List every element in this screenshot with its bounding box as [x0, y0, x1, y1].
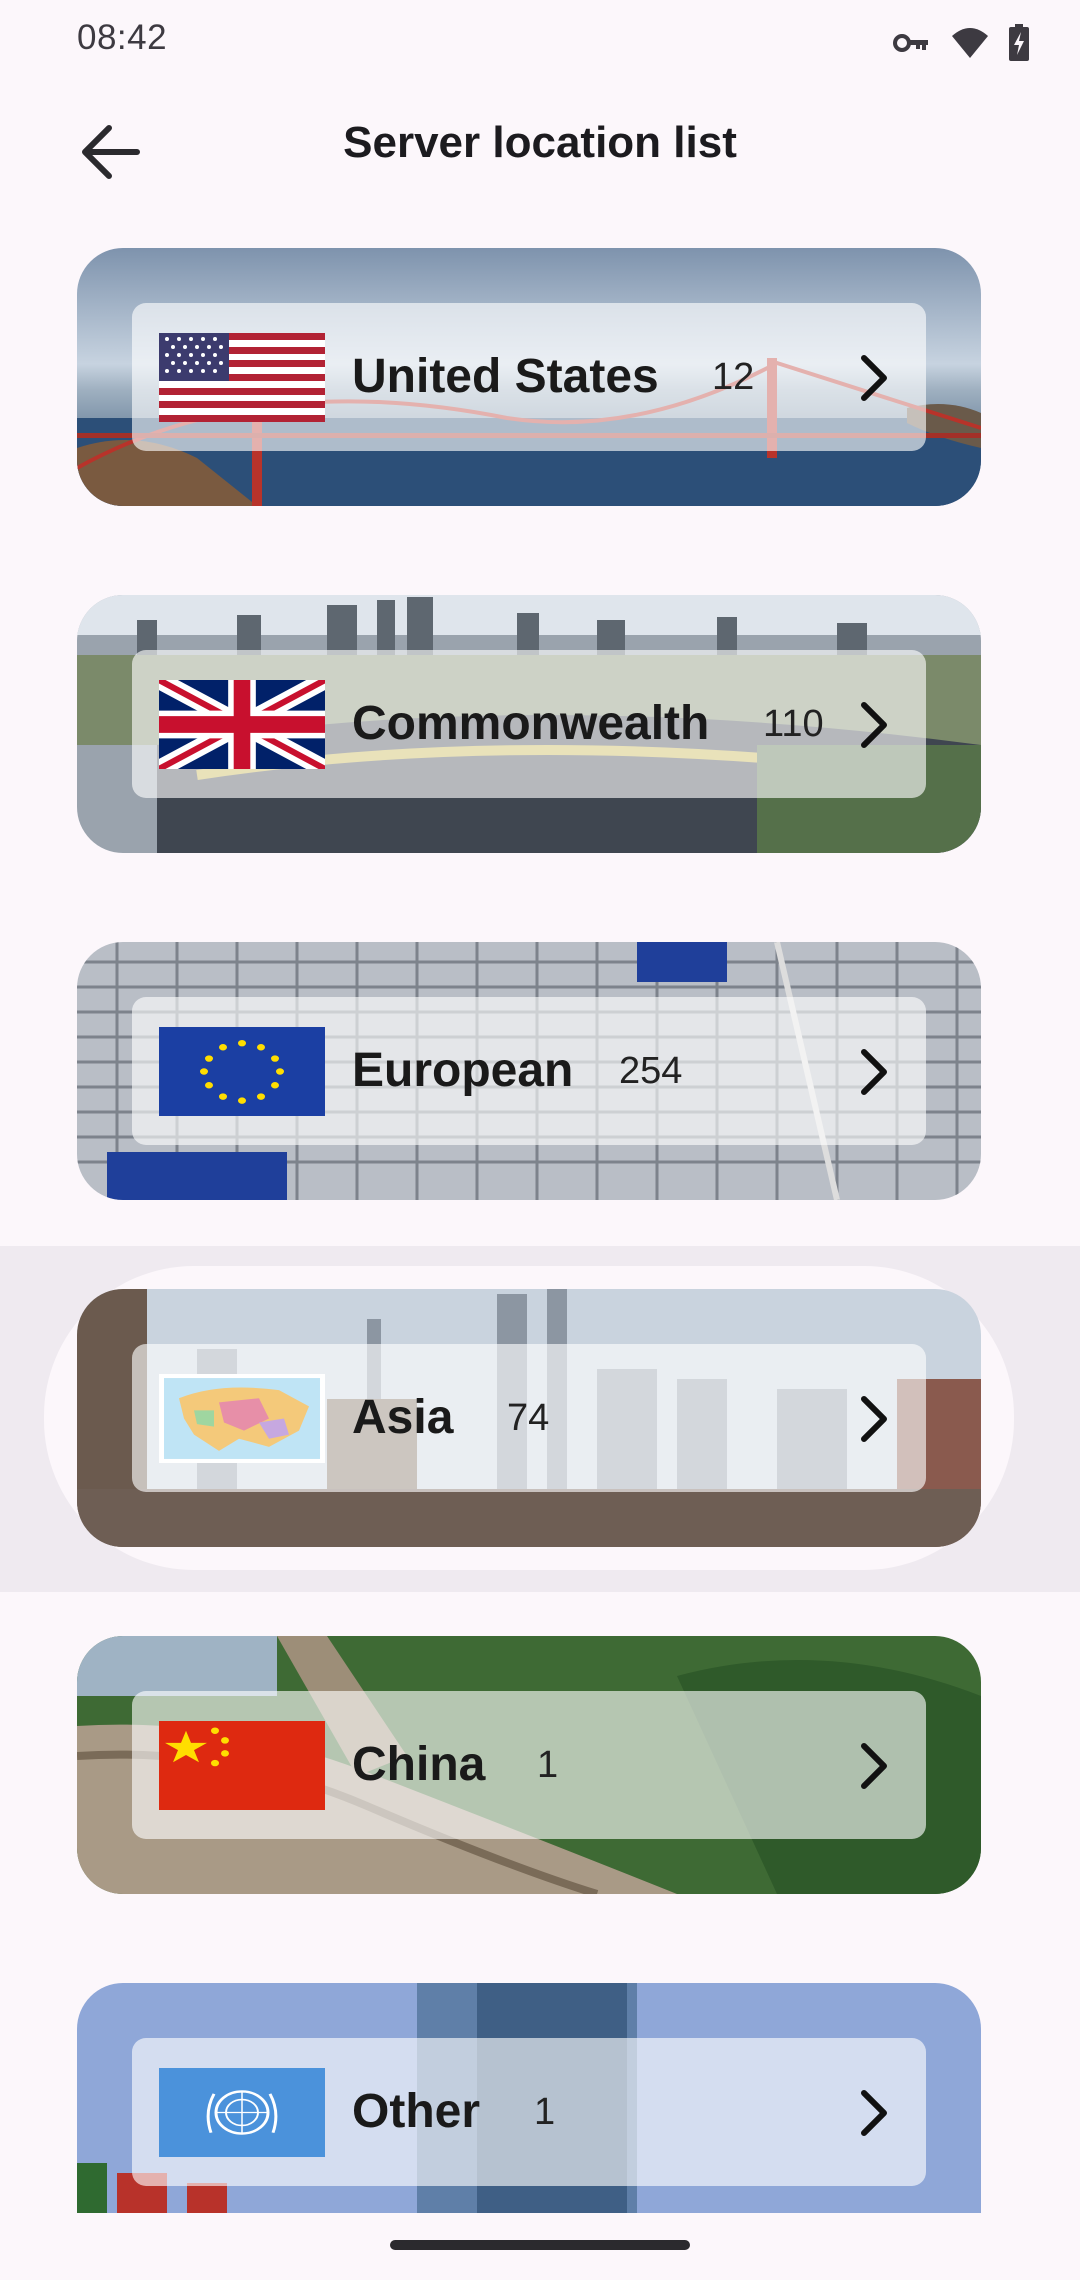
asia-map-icon [159, 1374, 325, 1463]
vpn-key-icon [893, 34, 928, 52]
server-count: 110 [763, 703, 824, 745]
location-name: Commonwealth [352, 697, 710, 750]
location-name: Asia [352, 1391, 454, 1444]
location-row-commonwealth[interactable]: Commonwealth 110 [77, 595, 981, 853]
location-card: Commonwealth 110 [132, 650, 926, 798]
server-count: 1 [534, 2091, 556, 2133]
location-name: China [352, 1738, 486, 1791]
page-title: Server location list [343, 118, 737, 167]
location-card: China 1 [132, 1691, 926, 1839]
location-row-other[interactable]: Other 1 [77, 1983, 981, 2213]
chevron-right-icon [861, 355, 887, 401]
location-row-china[interactable]: China 1 [77, 1636, 981, 1894]
chevron-right-icon [861, 2090, 887, 2136]
home-indicator[interactable] [390, 2240, 690, 2250]
eu-flag-icon [159, 1027, 325, 1116]
location-row-united-states[interactable]: United States 12 [77, 248, 981, 506]
status-icons [892, 24, 1030, 62]
chevron-right-icon [861, 1396, 887, 1442]
us-flag-icon [159, 333, 325, 422]
un-flag-icon [159, 2068, 325, 2157]
chevron-right-icon [861, 1049, 887, 1095]
location-row-asia[interactable]: Asia 74 [77, 1289, 981, 1547]
chevron-right-icon [861, 702, 887, 748]
wifi-icon [952, 28, 988, 58]
status-bar: 08:42 [0, 0, 1080, 80]
server-count: 74 [507, 1397, 550, 1439]
location-card: European 254 [132, 997, 926, 1145]
china-flag-icon [159, 1721, 325, 1810]
status-time: 08:42 [77, 18, 168, 57]
server-count: 254 [619, 1050, 683, 1092]
server-count: 1 [537, 1744, 559, 1786]
location-card: Other 1 [132, 2038, 926, 2186]
location-row-european[interactable]: European 254 [77, 942, 981, 1200]
app-bar: Server location list [0, 90, 1080, 200]
location-name: European [352, 1044, 574, 1097]
location-name: United States [352, 350, 659, 403]
uk-flag-icon [159, 680, 325, 769]
location-name: Other [352, 2085, 481, 2138]
location-card: Asia 74 [132, 1344, 926, 1492]
location-card: United States 12 [132, 303, 926, 451]
chevron-right-icon [861, 1743, 887, 1789]
server-count: 12 [712, 356, 755, 398]
battery-charging-icon [1009, 24, 1029, 61]
